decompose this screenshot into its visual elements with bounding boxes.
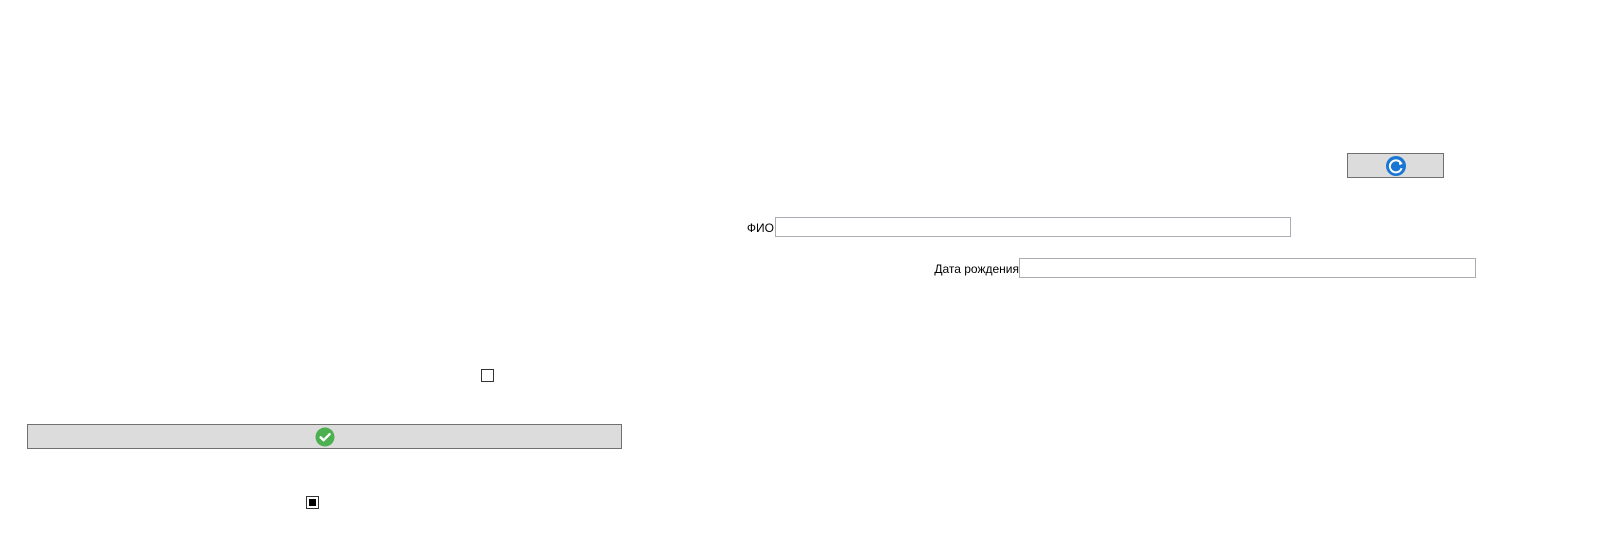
indeterminate-mark [309,499,316,506]
confirm-button[interactable] [27,424,622,449]
birth-date-label: Дата рождения [934,262,1019,276]
check-circle-icon [315,427,335,447]
fio-input[interactable] [775,217,1291,237]
checkbox-indeterminate[interactable] [306,496,319,509]
checkbox-unchecked[interactable] [481,369,494,382]
birth-date-input[interactable] [1019,258,1476,278]
fio-label: ФИО [746,221,774,235]
refresh-icon [1385,155,1407,177]
refresh-button[interactable] [1347,153,1444,178]
